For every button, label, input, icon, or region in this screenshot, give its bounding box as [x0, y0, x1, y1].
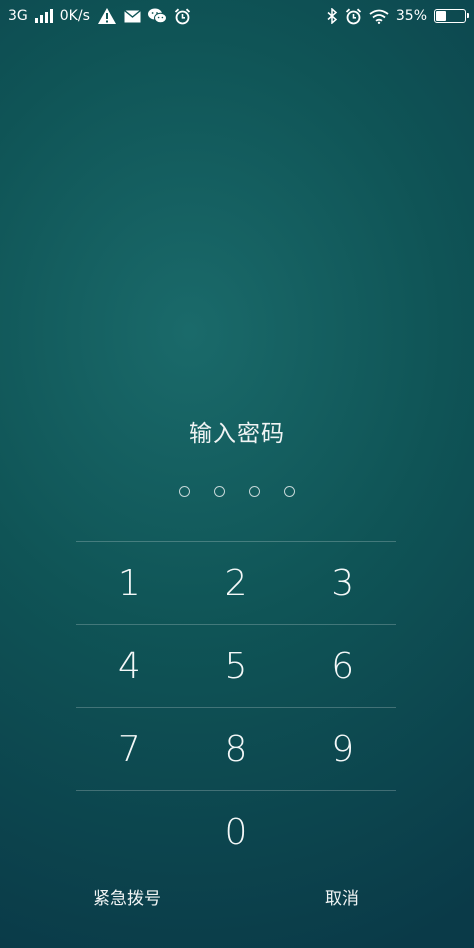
- key-7[interactable]: 7: [76, 708, 183, 790]
- cancel-button[interactable]: 取消: [325, 884, 359, 909]
- key-2[interactable]: 2: [183, 542, 290, 624]
- alarm-icon: [174, 8, 191, 25]
- key-empty-left: [76, 791, 183, 873]
- numeric-keypad: 1 2 3 4 5 6 7 8 9 0: [76, 541, 396, 873]
- key-0[interactable]: 0: [183, 791, 290, 873]
- status-bar: 3G 0K/s 35%: [0, 0, 474, 32]
- emergency-call-button[interactable]: 紧急拨号: [93, 884, 161, 909]
- key-9[interactable]: 9: [289, 708, 396, 790]
- status-left: 3G 0K/s: [8, 7, 191, 25]
- key-6[interactable]: 6: [289, 625, 396, 707]
- status-right: 35%: [327, 8, 469, 25]
- wifi-icon: [369, 9, 389, 24]
- key-1[interactable]: 1: [76, 542, 183, 624]
- battery-level: [436, 11, 446, 21]
- key-5[interactable]: 5: [183, 625, 290, 707]
- keypad-row: 1 2 3: [76, 541, 396, 624]
- signal-icon: [34, 9, 53, 23]
- keypad-row: 0: [76, 790, 396, 873]
- battery-percent: 35%: [395, 8, 427, 24]
- password-prompt: 输入密码: [189, 421, 285, 447]
- warning-icon: [97, 7, 117, 25]
- keypad-row: 4 5 6: [76, 624, 396, 707]
- key-4[interactable]: 4: [76, 625, 183, 707]
- battery-icon: [434, 9, 469, 23]
- network-type: 3G: [8, 8, 28, 24]
- wechat-icon: [147, 8, 167, 24]
- pin-dot: [214, 486, 225, 497]
- pin-dot: [179, 486, 190, 497]
- pin-indicator: [0, 486, 474, 497]
- keypad-row: 7 8 9: [76, 707, 396, 790]
- alarm-icon: [345, 8, 362, 25]
- key-empty-right: [289, 791, 396, 873]
- key-8[interactable]: 8: [183, 708, 290, 790]
- bluetooth-icon: [327, 8, 338, 24]
- pin-dot: [249, 486, 260, 497]
- key-3[interactable]: 3: [289, 542, 396, 624]
- mail-icon: [123, 9, 141, 23]
- pin-dot: [284, 486, 295, 497]
- data-speed: 0K/s: [59, 8, 90, 24]
